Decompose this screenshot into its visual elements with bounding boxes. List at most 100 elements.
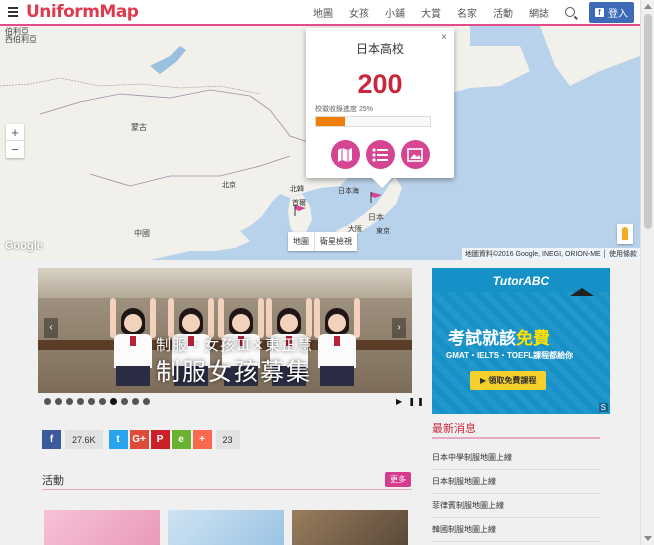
graduation-cap-icon — [570, 288, 594, 296]
main-content: 制服・女孩Ⅲ×東正慧 制服女孩募集 ‹ › ▶ ❚❚ f 27.6K t G+ … — [0, 260, 640, 545]
news-heading: 最新消息 — [432, 423, 476, 435]
list-icon[interactable] — [365, 140, 395, 169]
activities-divider — [42, 489, 412, 490]
carousel-dot[interactable] — [121, 398, 128, 405]
map-type-satellite[interactable]: 衛星檢視 — [315, 232, 357, 251]
pinterest-share-button[interactable]: P — [150, 430, 170, 449]
news-divider — [432, 437, 600, 439]
carousel-dot[interactable] — [99, 398, 106, 405]
nav-shop[interactable]: 小鋪 — [385, 5, 405, 20]
carousel-indicators — [44, 398, 150, 405]
facebook-icon: f — [595, 7, 604, 17]
carousel-dot[interactable] — [88, 398, 95, 405]
korea-marker-icon[interactable] — [294, 204, 308, 216]
map-icon[interactable] — [330, 140, 360, 169]
carousel-dot[interactable] — [132, 398, 139, 405]
carousel-dot[interactable] — [77, 398, 84, 405]
carousel-next-button[interactable]: › — [392, 318, 406, 338]
map-label-siberia-2: 西伯利亞 — [5, 35, 37, 44]
total-share-count: 23 — [215, 430, 240, 449]
nav-blog[interactable]: 網誌 — [529, 5, 549, 20]
facebook-share-button[interactable]: f — [42, 430, 61, 449]
twitter-share-button[interactable]: t — [108, 430, 128, 449]
activities-heading: 活動 — [42, 475, 64, 487]
map-label-china: 中國 — [134, 229, 150, 238]
map-label-beijing: 北京 — [222, 182, 236, 189]
carousel-dot[interactable] — [55, 398, 62, 405]
banner-sky — [38, 268, 412, 298]
ad-badge: S — [598, 403, 608, 412]
tutorabc-ad-banner[interactable]: TutorABC 考試就該免費 GMAT・IELTS・TOEFL課程都給你 ▶ … — [432, 268, 610, 414]
info-window-title: 日本高校 — [355, 42, 404, 56]
scroll-down-icon[interactable] — [644, 536, 652, 541]
close-icon[interactable]: × — [441, 32, 447, 43]
info-window-actions — [306, 140, 454, 169]
evernote-share-button[interactable]: e — [171, 430, 191, 449]
carousel-dot[interactable] — [110, 398, 117, 405]
ad-headline: 考試就該免費 — [448, 324, 550, 349]
news-item[interactable]: 日本中學制服地圖上線 — [432, 446, 600, 470]
hero-carousel[interactable]: 制服・女孩Ⅲ×東正慧 制服女孩募集 ‹ › — [38, 268, 412, 393]
page-scrollbar[interactable] — [640, 0, 654, 545]
map-label-japan-sea: 日本海 — [338, 188, 359, 195]
ad-cta-button[interactable]: ▶ 領取免費課程 — [470, 371, 547, 390]
photo-icon[interactable] — [400, 140, 430, 169]
nav-events[interactable]: 活動 — [493, 5, 513, 20]
collection-progress-label: 校徽收錄進度 25% — [315, 106, 373, 113]
google-logo[interactable]: Google — [5, 240, 43, 252]
map-type-control: 地圖 衛星檢視 — [288, 232, 357, 251]
school-info-window: × 日本高校 200 校徽收錄進度 25% — [306, 28, 454, 188]
map-credit[interactable]: 地圖資料©2016 Google, INEGI, ORION-ME │ 使用條款 — [461, 248, 640, 260]
site-logo[interactable]: UniformMap — [26, 2, 139, 22]
news-item[interactable]: 韓國制服地圖上線 — [432, 518, 600, 542]
nav-map[interactable]: 地圖 — [313, 5, 333, 20]
map-type-map[interactable]: 地圖 — [288, 232, 315, 251]
collection-progress-bar — [315, 116, 431, 127]
nav-girls[interactable]: 女孩 — [349, 5, 369, 20]
school-count: 200 — [357, 69, 403, 99]
zoom-out-button[interactable]: − — [6, 141, 24, 158]
google-plus-share-button[interactable]: G+ — [129, 430, 149, 449]
japan-marker-icon[interactable] — [370, 191, 384, 203]
map-label-japan: 日本 — [368, 213, 384, 222]
facebook-share-count: 27.6K — [65, 430, 103, 449]
ad-headline-b: 免費 — [516, 329, 550, 348]
addthis-share-button[interactable]: + — [192, 430, 212, 449]
main-nav: 地圖 女孩 小鋪 大賞 名家 活動 網誌 f 登入 — [305, 0, 640, 24]
map-label-north-korea: 北韓 — [290, 186, 304, 193]
banner-girl-figure — [312, 298, 362, 393]
scroll-thumb[interactable] — [644, 14, 652, 229]
banner-title: 制服女孩募集 — [156, 358, 312, 386]
top-nav-bar: UniformMap 地圖 女孩 小鋪 大賞 名家 活動 網誌 f 登入 — [0, 0, 640, 26]
news-item[interactable]: 日本制服地圖上線 — [432, 470, 600, 494]
activity-thumbnail[interactable] — [292, 510, 408, 545]
zoom-in-button[interactable]: + — [6, 124, 24, 141]
activity-thumbnail[interactable] — [168, 510, 284, 545]
activity-thumbnail[interactable] — [44, 510, 160, 545]
share-bar: f 27.6K t G+ P e + 23 — [42, 430, 244, 449]
carousel-play-pause[interactable]: ▶ ❚❚ — [396, 397, 426, 406]
carousel-dot[interactable] — [66, 398, 73, 405]
map-zoom-control: + − — [6, 124, 24, 158]
carousel-dot[interactable] — [143, 398, 150, 405]
scroll-up-icon[interactable] — [644, 4, 652, 9]
login-label: 登入 — [608, 8, 628, 20]
news-list: 日本中學制服地圖上線 日本制服地圖上線 菲律賓制服地圖上線 韓國制服地圖上線 — [432, 446, 600, 542]
ad-subline: GMAT・IELTS・TOEFL課程都給你 — [446, 351, 574, 360]
activities-more-button[interactable]: 更多 — [385, 472, 411, 487]
street-view-pegman-icon[interactable] — [617, 224, 633, 244]
ad-logo: TutorABC — [492, 274, 550, 288]
nav-artists[interactable]: 名家 — [457, 5, 477, 20]
hamburger-menu-icon[interactable] — [2, 0, 24, 25]
nav-awards[interactable]: 大賞 — [421, 5, 441, 20]
carousel-dot[interactable] — [44, 398, 51, 405]
login-button[interactable]: f 登入 — [589, 1, 634, 23]
banner-girl-figure — [108, 298, 158, 393]
map-label-tokyo: 東京 — [376, 228, 390, 235]
ad-headline-a: 考試就該 — [448, 329, 516, 348]
search-icon[interactable] — [565, 7, 575, 17]
news-item[interactable]: 菲律賓制服地圖上線 — [432, 494, 600, 518]
carousel-prev-button[interactable]: ‹ — [44, 318, 58, 338]
collection-progress-fill — [316, 117, 345, 126]
map-label-mongolia: 蒙古 — [131, 123, 147, 132]
